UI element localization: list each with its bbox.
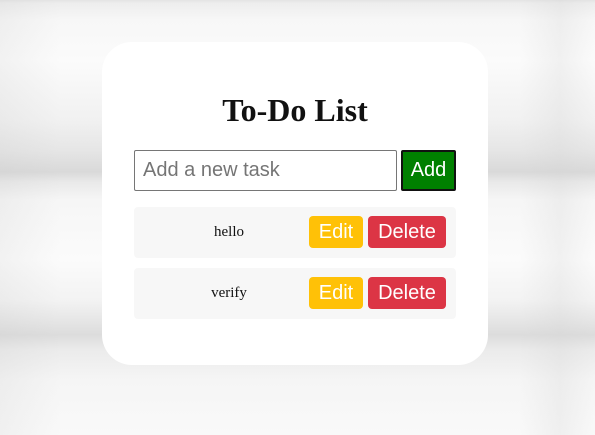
edit-button[interactable]: Edit	[309, 216, 363, 248]
add-button[interactable]: Add	[401, 150, 456, 191]
delete-button[interactable]: Delete	[368, 216, 446, 248]
add-task-form: Add	[134, 150, 456, 192]
task-list: hello Edit Delete verify Edit Delete	[134, 207, 456, 329]
task-item: hello Edit Delete	[134, 207, 456, 258]
edit-button[interactable]: Edit	[309, 277, 363, 309]
todo-card: To-Do List Add hello Edit Delete verify …	[102, 42, 488, 365]
task-item: verify Edit Delete	[134, 268, 456, 319]
page-title: To-Do List	[222, 92, 368, 128]
delete-button[interactable]: Delete	[368, 277, 446, 309]
new-task-input[interactable]	[134, 150, 397, 191]
task-text: verify	[211, 285, 247, 301]
task-text: hello	[214, 224, 244, 240]
